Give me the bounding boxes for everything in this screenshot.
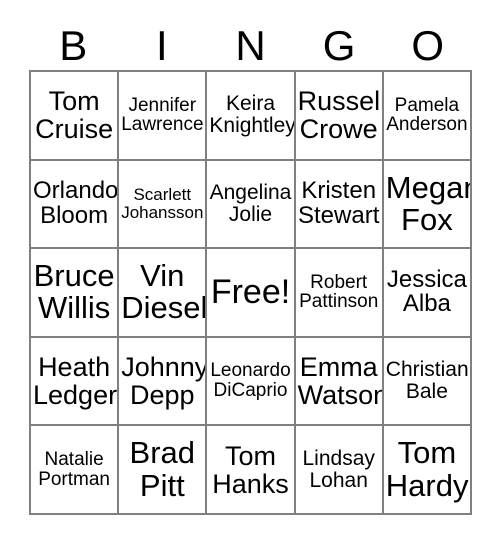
bingo-cell-label: Pamela Anderson [386, 94, 468, 136]
bingo-cell[interactable]: Natalie Portman [31, 426, 120, 515]
bingo-cell-label: Heath Ledger [33, 352, 118, 411]
bingo-cell-label: Johnny Depp [121, 352, 208, 411]
bingo-cell[interactable]: Angelina Jolie [207, 160, 296, 250]
bingo-cell[interactable]: Heath Ledger [31, 337, 120, 427]
bingo-cell-label: Keira Knightley [209, 92, 296, 138]
bingo-cell-label: Jessica Alba [386, 265, 467, 318]
bingo-cell[interactable]: Tom Cruise [31, 72, 120, 161]
bingo-cell[interactable]: Johnny Depp [119, 337, 208, 427]
bingo-cell-label: Kristen Stewart [298, 176, 380, 229]
bingo-cell-label: Free! [210, 272, 291, 311]
bingo-cell[interactable]: Robert Pattinson [295, 249, 384, 338]
bingo-cell[interactable]: Scarlett Johansson [119, 160, 208, 250]
bingo-cell[interactable]: Tom Hanks [207, 426, 296, 515]
bingo-cell-label: Scarlett Johansson [121, 185, 204, 222]
bingo-cell-label: Vin Diesel [121, 258, 208, 326]
bingo-cell[interactable]: Lindsay Lohan [295, 426, 384, 515]
bingo-cell[interactable]: Tom Hardy [383, 426, 472, 515]
bingo-cell-label: Angelina Jolie [209, 181, 292, 226]
bingo-card: B I N G O Tom Cruise Jennifer Lawrence Keira K… [0, 0, 500, 544]
bingo-cell-label: Brad Pitt [129, 435, 196, 503]
bingo-cell[interactable]: Christian Bale [383, 337, 472, 427]
bingo-cell-label: Bruce Willis [33, 258, 115, 326]
bingo-cell[interactable]: Vin Diesel [119, 249, 208, 338]
bingo-header-letter-n: N [235, 22, 266, 69]
bingo-free-space-cell[interactable]: Free! [207, 249, 296, 338]
bingo-header-letter-b: B [59, 22, 88, 69]
bingo-header-letter-o: O [411, 22, 444, 69]
bingo-cell-label: Lindsay Lohan [302, 446, 375, 492]
bingo-cell[interactable]: Russell Crowe [295, 72, 384, 161]
bingo-cell-label: Tom Hanks [212, 440, 289, 499]
bingo-cell-label: Tom Hardy [385, 435, 469, 503]
bingo-cell-label: Emma Watson [297, 352, 384, 411]
bingo-cell-label: Jennifer Lawrence [121, 94, 204, 136]
bingo-header-letter-g: G [322, 22, 356, 69]
bingo-grid: Tom Cruise Jennifer Lawrence Keira Knightl… [29, 70, 472, 515]
bingo-cell[interactable]: Keira Knightley [207, 72, 296, 161]
bingo-cell-label: Orlando Bloom [33, 176, 119, 229]
bingo-cell[interactable]: Jessica Alba [383, 249, 472, 338]
bingo-cell[interactable]: Emma Watson [295, 337, 384, 427]
bingo-cell-label: Tom Cruise [35, 86, 114, 145]
bingo-cell[interactable]: Bruce Willis [31, 249, 120, 338]
bingo-cell-label: Leonardo DiCaprio [210, 360, 291, 402]
bingo-cell[interactable]: Jennifer Lawrence [119, 72, 208, 161]
bingo-cell[interactable]: Brad Pitt [119, 426, 208, 515]
bingo-cell-label: Megan Fox [385, 169, 472, 237]
bingo-cell[interactable]: Kristen Stewart [295, 160, 384, 250]
bingo-cell-label: Robert Pattinson [299, 271, 379, 313]
bingo-cell[interactable]: Leonardo DiCaprio [207, 337, 296, 427]
bingo-header-letter-i: I [156, 22, 168, 69]
bingo-cell[interactable]: Orlando Bloom [31, 160, 120, 250]
bingo-header-row: BINGO [29, 22, 472, 70]
bingo-cell[interactable]: Pamela Anderson [383, 72, 472, 161]
bingo-cell-label: Natalie Portman [38, 448, 110, 490]
bingo-cell-label: Russell Crowe [297, 86, 384, 145]
bingo-cell-label: Christian Bale [385, 358, 469, 404]
bingo-cell[interactable]: Megan Fox [383, 160, 472, 250]
